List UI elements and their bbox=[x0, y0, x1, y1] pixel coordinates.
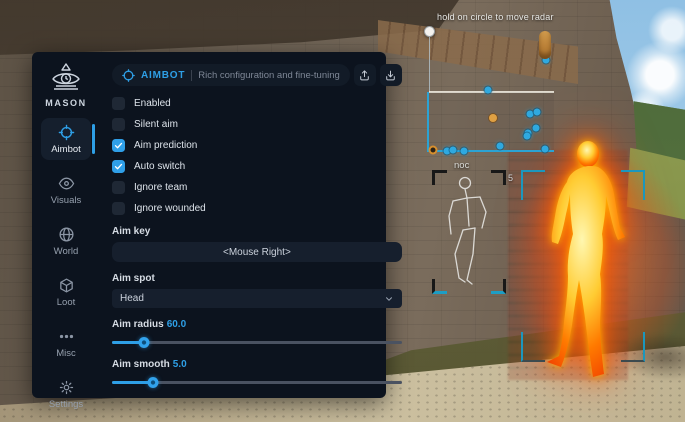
tab-subtitle: Rich configuration and fine-tuning bbox=[198, 70, 340, 81]
crosshair-icon bbox=[58, 124, 75, 141]
sidebar-item-world[interactable]: World bbox=[41, 220, 91, 262]
checkbox-label: Ignore team bbox=[134, 182, 187, 193]
tab-header-pill: AIMBOT Rich configuration and fine-tunin… bbox=[112, 64, 350, 86]
slider-thumb[interactable] bbox=[138, 337, 149, 348]
sidebar-item-loot[interactable]: Loot bbox=[41, 271, 91, 313]
checkbox-box bbox=[112, 181, 125, 194]
sidebar: MASON Aimbot Visuals bbox=[32, 52, 100, 398]
radar-dot bbox=[533, 125, 540, 132]
radar-dot bbox=[461, 148, 468, 155]
aim-smooth-label: Aim smooth5.0 bbox=[112, 359, 402, 370]
sidebar-nav: Aimbot Visuals World bbox=[32, 118, 100, 415]
aim-spot-label: Aim spot bbox=[112, 273, 402, 284]
cheat-menu-panel: MASON Aimbot Visuals bbox=[32, 52, 386, 398]
radar-dot bbox=[429, 146, 438, 155]
aim-smooth-value: 5.0 bbox=[173, 359, 187, 370]
player-esp-bracket bbox=[521, 170, 645, 362]
radar[interactable] bbox=[427, 92, 554, 152]
sidebar-item-label: Visuals bbox=[51, 195, 81, 206]
radar-dot bbox=[497, 143, 504, 150]
checkbox-enabled[interactable]: Enabled bbox=[112, 97, 402, 110]
bracket-corner bbox=[521, 332, 545, 362]
checkbox-box bbox=[112, 118, 125, 131]
sidebar-item-label: Loot bbox=[57, 297, 76, 308]
aim-spot-value: Head bbox=[120, 293, 384, 304]
slider-track bbox=[112, 341, 402, 344]
crosshair-icon bbox=[122, 69, 135, 82]
checkbox-box bbox=[112, 160, 125, 173]
bracket-corner bbox=[621, 332, 645, 362]
sidebar-item-aimbot[interactable]: Aimbot bbox=[41, 118, 91, 160]
esp-marker-capsule bbox=[539, 31, 551, 59]
aim-key-button[interactable]: <Mouse Right> bbox=[112, 242, 402, 262]
radar-dot bbox=[542, 146, 549, 153]
radar-handle-line bbox=[429, 37, 430, 92]
checkbox-ignore-wounded[interactable]: Ignore wounded bbox=[112, 202, 402, 215]
checkbox-label: Ignore wounded bbox=[134, 203, 206, 214]
checkbox-label: Aim prediction bbox=[134, 140, 197, 151]
game-screen: hold on circle to move radar noc 5 bbox=[0, 0, 685, 422]
brand-logo: MASON bbox=[45, 62, 87, 108]
checkbox-label: Silent aim bbox=[134, 119, 178, 130]
bracket-corner bbox=[621, 170, 645, 200]
sidebar-item-settings[interactable]: Settings bbox=[41, 373, 91, 415]
tab-title: AIMBOT bbox=[141, 70, 185, 81]
radar-dot bbox=[534, 109, 541, 116]
aim-key-label: Aim key bbox=[112, 226, 402, 237]
checkbox-box bbox=[112, 139, 125, 152]
aim-radius-label: Aim radius60.0 bbox=[112, 319, 402, 330]
toggle-list: Enabled Silent aim Aim prediction bbox=[112, 97, 402, 215]
skeleton-figure bbox=[432, 170, 506, 294]
slider-thumb[interactable] bbox=[147, 377, 158, 388]
check-icon bbox=[114, 141, 123, 150]
download-icon bbox=[384, 69, 397, 82]
checkbox-silent-aim[interactable]: Silent aim bbox=[112, 118, 402, 131]
aim-radius-value: 60.0 bbox=[167, 319, 186, 330]
import-config-button[interactable] bbox=[354, 64, 376, 86]
tab-header: AIMBOT Rich configuration and fine-tunin… bbox=[112, 64, 402, 86]
loot-box-icon bbox=[58, 277, 75, 294]
radar-drag-handle[interactable] bbox=[424, 26, 435, 37]
bracket-corner bbox=[521, 170, 545, 200]
aim-smooth-slider[interactable] bbox=[112, 377, 402, 388]
sidebar-item-misc[interactable]: Misc bbox=[41, 322, 91, 364]
checkbox-aim-prediction[interactable]: Aim prediction bbox=[112, 139, 402, 152]
radar-dot bbox=[527, 111, 534, 118]
radar-hint-text: hold on circle to move radar bbox=[437, 12, 554, 22]
ellipsis-icon bbox=[58, 328, 75, 345]
radar-dot bbox=[450, 147, 457, 154]
sidebar-item-label: Misc bbox=[56, 348, 76, 359]
aim-radius-slider[interactable] bbox=[112, 337, 402, 348]
aimbot-tab-content: AIMBOT Rich configuration and fine-tunin… bbox=[100, 52, 414, 398]
sidebar-item-visuals[interactable]: Visuals bbox=[41, 169, 91, 211]
checkbox-box bbox=[112, 202, 125, 215]
sidebar-item-label: Aimbot bbox=[51, 144, 81, 155]
gear-icon bbox=[58, 379, 75, 396]
skeleton-esp: noc 5 bbox=[430, 160, 510, 298]
upload-icon bbox=[358, 69, 371, 82]
checkbox-ignore-team[interactable]: Ignore team bbox=[112, 181, 402, 194]
check-icon bbox=[114, 162, 123, 171]
aim-spot-select[interactable]: Head bbox=[112, 289, 402, 308]
checkbox-label: Auto switch bbox=[134, 161, 185, 172]
globe-icon bbox=[58, 226, 75, 243]
skeleton-distance-label: 5 bbox=[508, 173, 513, 183]
sidebar-item-label: Settings bbox=[49, 399, 83, 410]
checkbox-box bbox=[112, 97, 125, 110]
mason-eye-logo-icon bbox=[49, 62, 83, 94]
radar-dot bbox=[524, 133, 531, 140]
checkbox-auto-switch[interactable]: Auto switch bbox=[112, 160, 402, 173]
export-config-button[interactable] bbox=[380, 64, 402, 86]
radar-dot bbox=[485, 87, 492, 94]
header-divider bbox=[191, 70, 192, 81]
chevron-down-icon bbox=[384, 294, 394, 304]
brand-name: MASON bbox=[45, 98, 87, 108]
radar-dot bbox=[489, 114, 497, 122]
checkbox-label: Enabled bbox=[134, 98, 171, 109]
sidebar-item-label: World bbox=[54, 246, 79, 257]
eye-icon bbox=[58, 175, 75, 192]
